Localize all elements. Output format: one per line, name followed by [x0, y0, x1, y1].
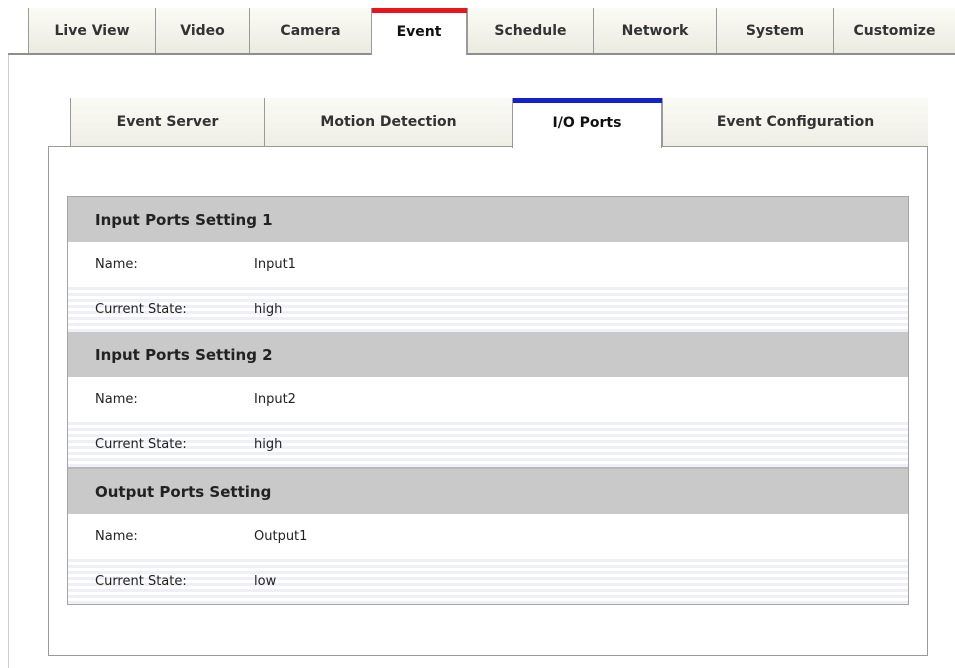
- subtab-label: Event Configuration: [716, 114, 875, 130]
- group-title: Output Ports Setting: [68, 469, 908, 514]
- tab-system[interactable]: System: [716, 8, 833, 53]
- tab-video[interactable]: Video: [155, 8, 249, 53]
- page-left-border: [8, 55, 9, 668]
- tab-schedule[interactable]: Schedule: [467, 8, 593, 53]
- subtab-io-ports[interactable]: I/O Ports: [512, 98, 662, 148]
- event-sub-panel: Event Server Motion Detection I/O Ports …: [48, 98, 928, 656]
- subtab-event-configuration[interactable]: Event Configuration: [662, 98, 928, 146]
- field-value: Output1: [254, 529, 308, 544]
- field-label: Current State:: [95, 437, 187, 452]
- field-label: Current State:: [95, 574, 187, 589]
- output-ports-setting: Output Ports Setting Name: Output1 Curre…: [68, 467, 908, 604]
- field-label: Name:: [95, 257, 138, 272]
- tab-label: Video: [180, 22, 225, 39]
- current-state-row: Current State: high: [68, 287, 908, 332]
- field-value: high: [254, 437, 283, 452]
- tab-label: Customize: [853, 22, 936, 39]
- field-value: Input1: [254, 257, 296, 272]
- tab-baseline: [8, 53, 955, 55]
- tab-label: Camera: [280, 22, 341, 39]
- current-state-row: Current State: low: [68, 559, 908, 604]
- tab-label: Network: [621, 22, 689, 39]
- tab-customize[interactable]: Customize: [833, 8, 955, 53]
- main-nav-tabs: Live View Video Camera Event Schedule Ne…: [0, 0, 955, 56]
- name-row: Name: Input1: [68, 242, 908, 287]
- io-ports-content: Input Ports Setting 1 Name: Input1 Curre…: [48, 146, 928, 656]
- subtab-label: I/O Ports: [552, 115, 622, 131]
- name-row: Name: Input2: [68, 377, 908, 422]
- subtab-label: Motion Detection: [320, 114, 457, 130]
- subtab-motion-detection[interactable]: Motion Detection: [264, 98, 512, 146]
- group-title: Input Ports Setting 1: [68, 197, 908, 242]
- tab-label: System: [745, 22, 805, 39]
- tab-camera[interactable]: Camera: [249, 8, 371, 53]
- tab-label: Event: [396, 23, 442, 40]
- tab-network[interactable]: Network: [593, 8, 716, 53]
- current-state-row: Current State: high: [68, 422, 908, 467]
- io-ports-settings-table: Input Ports Setting 1 Name: Input1 Curre…: [67, 196, 909, 605]
- name-row: Name: Output1: [68, 514, 908, 559]
- field-value: high: [254, 302, 283, 317]
- field-value: Input2: [254, 392, 296, 407]
- field-value: low: [254, 574, 277, 589]
- input-ports-setting-2: Input Ports Setting 2 Name: Input2 Curre…: [68, 332, 908, 467]
- tab-event[interactable]: Event: [371, 8, 467, 55]
- tab-label: Live View: [54, 22, 130, 39]
- tab-live-view[interactable]: Live View: [28, 8, 155, 53]
- field-label: Name:: [95, 529, 138, 544]
- field-label: Current State:: [95, 302, 187, 317]
- group-title: Input Ports Setting 2: [68, 332, 908, 377]
- subtab-event-server[interactable]: Event Server: [70, 98, 264, 146]
- field-label: Name:: [95, 392, 138, 407]
- tab-label: Schedule: [494, 22, 567, 39]
- input-ports-setting-1: Input Ports Setting 1 Name: Input1 Curre…: [68, 197, 908, 332]
- subtab-label: Event Server: [116, 114, 219, 130]
